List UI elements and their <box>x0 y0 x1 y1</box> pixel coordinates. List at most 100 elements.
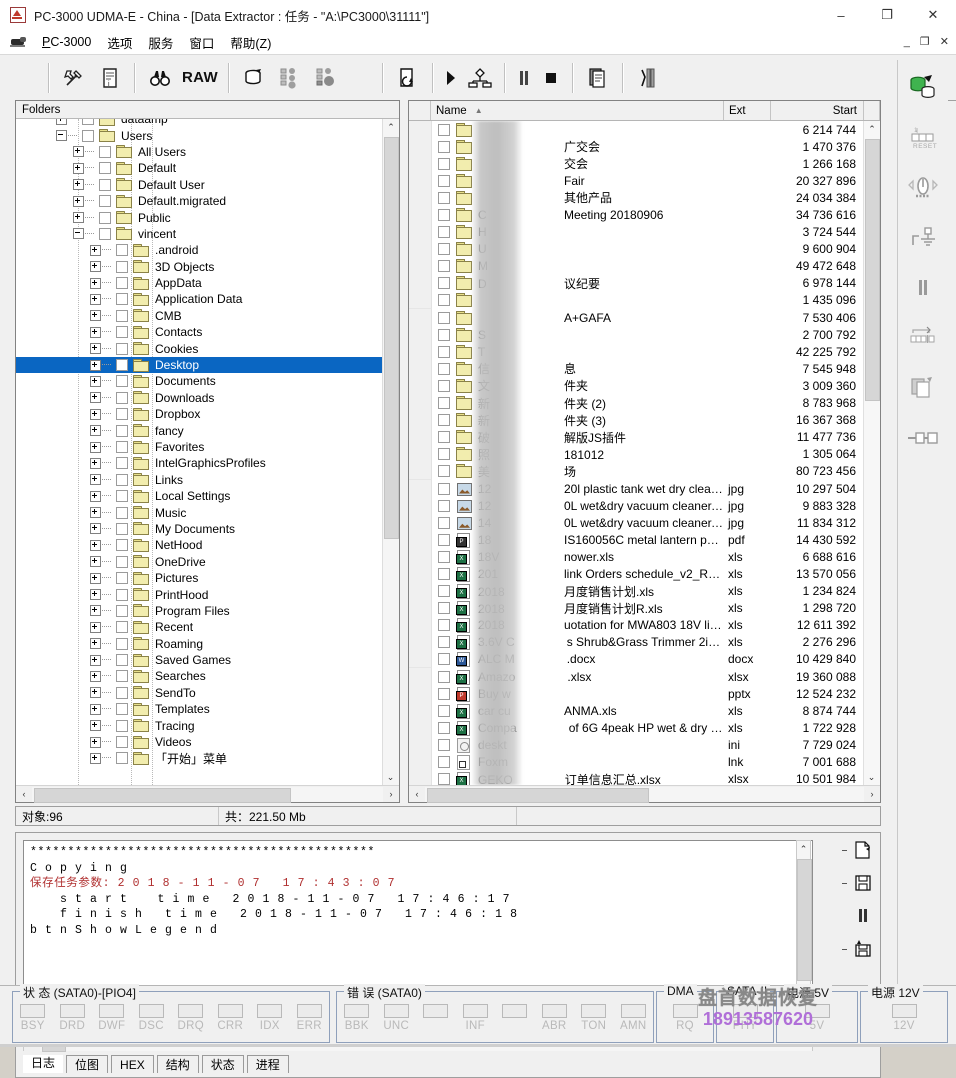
tree-checkbox[interactable] <box>116 375 128 388</box>
file-row[interactable]: 照 181012 1 305 064 <box>409 445 880 464</box>
file-checkbox[interactable] <box>438 704 450 717</box>
file-row[interactable]: 文件夹 3 009 360 <box>409 376 880 395</box>
tree-checkbox[interactable] <box>82 119 94 126</box>
files-scroll-down-arrow[interactable]: ⌄ <box>864 769 879 785</box>
tree-hscroll-right-arrow[interactable]: › <box>383 786 399 802</box>
tools-settings-icon[interactable] <box>56 61 92 95</box>
tree-checkbox[interactable] <box>116 686 128 699</box>
files-scroll-up-arrow[interactable]: ⌃ <box>864 121 880 137</box>
tree-item-my-documents[interactable]: My Documents <box>16 521 399 537</box>
tree-expand-icon[interactable] <box>90 244 101 256</box>
tab-process[interactable]: 进程 <box>246 1055 289 1073</box>
tree-checkbox[interactable] <box>116 244 128 257</box>
tree-item-searches[interactable]: Searches <box>16 668 399 684</box>
terminal-probe-icon[interactable] <box>902 220 944 256</box>
tree-checkbox[interactable] <box>116 539 128 552</box>
tree-hscroll-thumb[interactable] <box>34 787 291 803</box>
file-row[interactable]: T 42 225 792 <box>409 342 880 361</box>
file-checkbox[interactable] <box>438 140 450 153</box>
file-row[interactable]: X 18V nower.xls xls 6 688 616 <box>409 547 880 566</box>
raw-mode-button[interactable]: RAW <box>178 61 222 95</box>
file-checkbox[interactable] <box>438 379 450 392</box>
file-row[interactable]: 1 435 096 <box>409 291 880 310</box>
tree-expand-icon[interactable] <box>90 474 101 486</box>
file-checkbox[interactable] <box>438 328 450 341</box>
tree-expand-icon[interactable] <box>90 687 101 699</box>
file-checkbox[interactable] <box>438 465 450 478</box>
tree-item-recent[interactable]: Recent <box>16 619 399 635</box>
close-button[interactable]: ✕ <box>910 0 956 30</box>
tree-item-cmb[interactable]: CMB <box>16 308 399 324</box>
tree-expand-icon[interactable] <box>90 605 101 617</box>
pause-icon[interactable] <box>512 61 536 95</box>
drive-head-icon[interactable] <box>236 61 272 95</box>
tree-checkbox[interactable] <box>116 555 128 568</box>
tree-item-dataamp[interactable]: dataamp <box>16 119 399 127</box>
tree-expand-icon[interactable] <box>90 507 101 519</box>
tree-checkbox[interactable] <box>99 145 111 158</box>
map-build-icon[interactable] <box>272 61 308 95</box>
pause-vertical-icon[interactable] <box>902 270 944 306</box>
tree-item-public[interactable]: Public <box>16 209 399 225</box>
tree-checkbox[interactable] <box>116 441 128 453</box>
tree-checkbox[interactable] <box>116 752 128 765</box>
tree-expand-icon[interactable] <box>90 277 101 289</box>
tree-item-documents[interactable]: Documents <box>16 373 399 389</box>
tree-expand-icon[interactable] <box>90 408 101 420</box>
tree-item-dropbox[interactable]: Dropbox <box>16 406 399 422</box>
tree-item-roaming[interactable]: Roaming <box>16 636 399 652</box>
mdi-minimize-button[interactable]: _ <box>904 37 910 48</box>
menu-item-pc3000[interactable]: PC-3000 <box>34 33 99 51</box>
file-row[interactable]: D 议纪要 6 978 144 <box>409 274 880 293</box>
tree-horizontal-scrollbar[interactable]: ‹ › <box>16 785 399 803</box>
file-checkbox[interactable] <box>438 345 450 358</box>
tree-checkbox[interactable] <box>116 342 128 355</box>
tree-expand-icon[interactable] <box>56 119 67 125</box>
file-checkbox[interactable] <box>438 448 450 461</box>
file-checkbox[interactable] <box>438 533 450 546</box>
file-checkbox[interactable] <box>438 636 450 649</box>
tab-bitmap[interactable]: 位图 <box>66 1055 109 1073</box>
file-checkbox[interactable] <box>438 585 450 598</box>
file-checkbox[interactable] <box>438 670 450 683</box>
tree-collapse-icon[interactable] <box>73 228 84 240</box>
tree-checkbox[interactable] <box>116 277 128 290</box>
file-checkbox[interactable] <box>438 602 450 615</box>
file-checkbox[interactable] <box>438 294 450 307</box>
files-hscroll-track[interactable] <box>425 786 864 803</box>
tree-item-pictures[interactable]: Pictures <box>16 570 399 586</box>
file-checkbox[interactable] <box>438 516 450 529</box>
tree-item-music[interactable]: Music <box>16 504 399 520</box>
tree-checkbox[interactable] <box>116 522 128 535</box>
tree-expand-icon[interactable] <box>73 162 84 174</box>
tree-item-default-migrated[interactable]: Default.migrated <box>16 193 399 209</box>
file-row[interactable]: A+GAFA 7 530 406 <box>409 308 880 327</box>
file-row[interactable]: 14 0L wet&dry vacuum cleaner.jpg jpg 11 834… <box>409 513 880 532</box>
minimize-button[interactable]: – <box>818 0 864 30</box>
tree-item-default-user[interactable]: Default User <box>16 177 399 193</box>
tree-hscroll-left-arrow[interactable]: ‹ <box>16 786 32 802</box>
file-row[interactable]: 新件夹 (3) 16 367 368 <box>409 411 880 430</box>
tree-item-favorites[interactable]: Favorites <box>16 439 399 455</box>
tree-checkbox[interactable] <box>116 637 128 650</box>
file-row[interactable]: 6 214 744 <box>409 121 880 139</box>
tree-checkbox[interactable] <box>116 293 128 306</box>
file-checkbox[interactable] <box>438 397 450 410</box>
run-play-icon[interactable] <box>440 61 462 95</box>
tab-hex[interactable]: HEX <box>111 1055 154 1073</box>
tree-item-users[interactable]: Users <box>16 127 399 143</box>
tree-item-onedrive[interactable]: OneDrive <box>16 554 399 570</box>
tree-checkbox[interactable] <box>116 359 128 372</box>
log-scroll-up-arrow[interactable]: ⌃ <box>797 841 810 857</box>
tree-item-vincent[interactable]: vincent <box>16 226 399 242</box>
file-row[interactable]: Xcar cu ANMA.xls xls 8 874 744 <box>409 701 880 720</box>
find-binoculars-icon[interactable] <box>142 61 178 95</box>
tree-checkbox[interactable] <box>116 424 128 437</box>
tree-expand-icon[interactable] <box>90 359 101 371</box>
tree-item-default[interactable]: Default <box>16 160 399 176</box>
save-log-icon[interactable] <box>850 872 876 894</box>
green-drive-refresh-icon[interactable] <box>902 70 944 106</box>
tab-state[interactable]: 状态 <box>201 1055 244 1073</box>
tree-checkbox[interactable] <box>116 506 128 519</box>
tree-item-nethood[interactable]: NetHood <box>16 537 399 553</box>
